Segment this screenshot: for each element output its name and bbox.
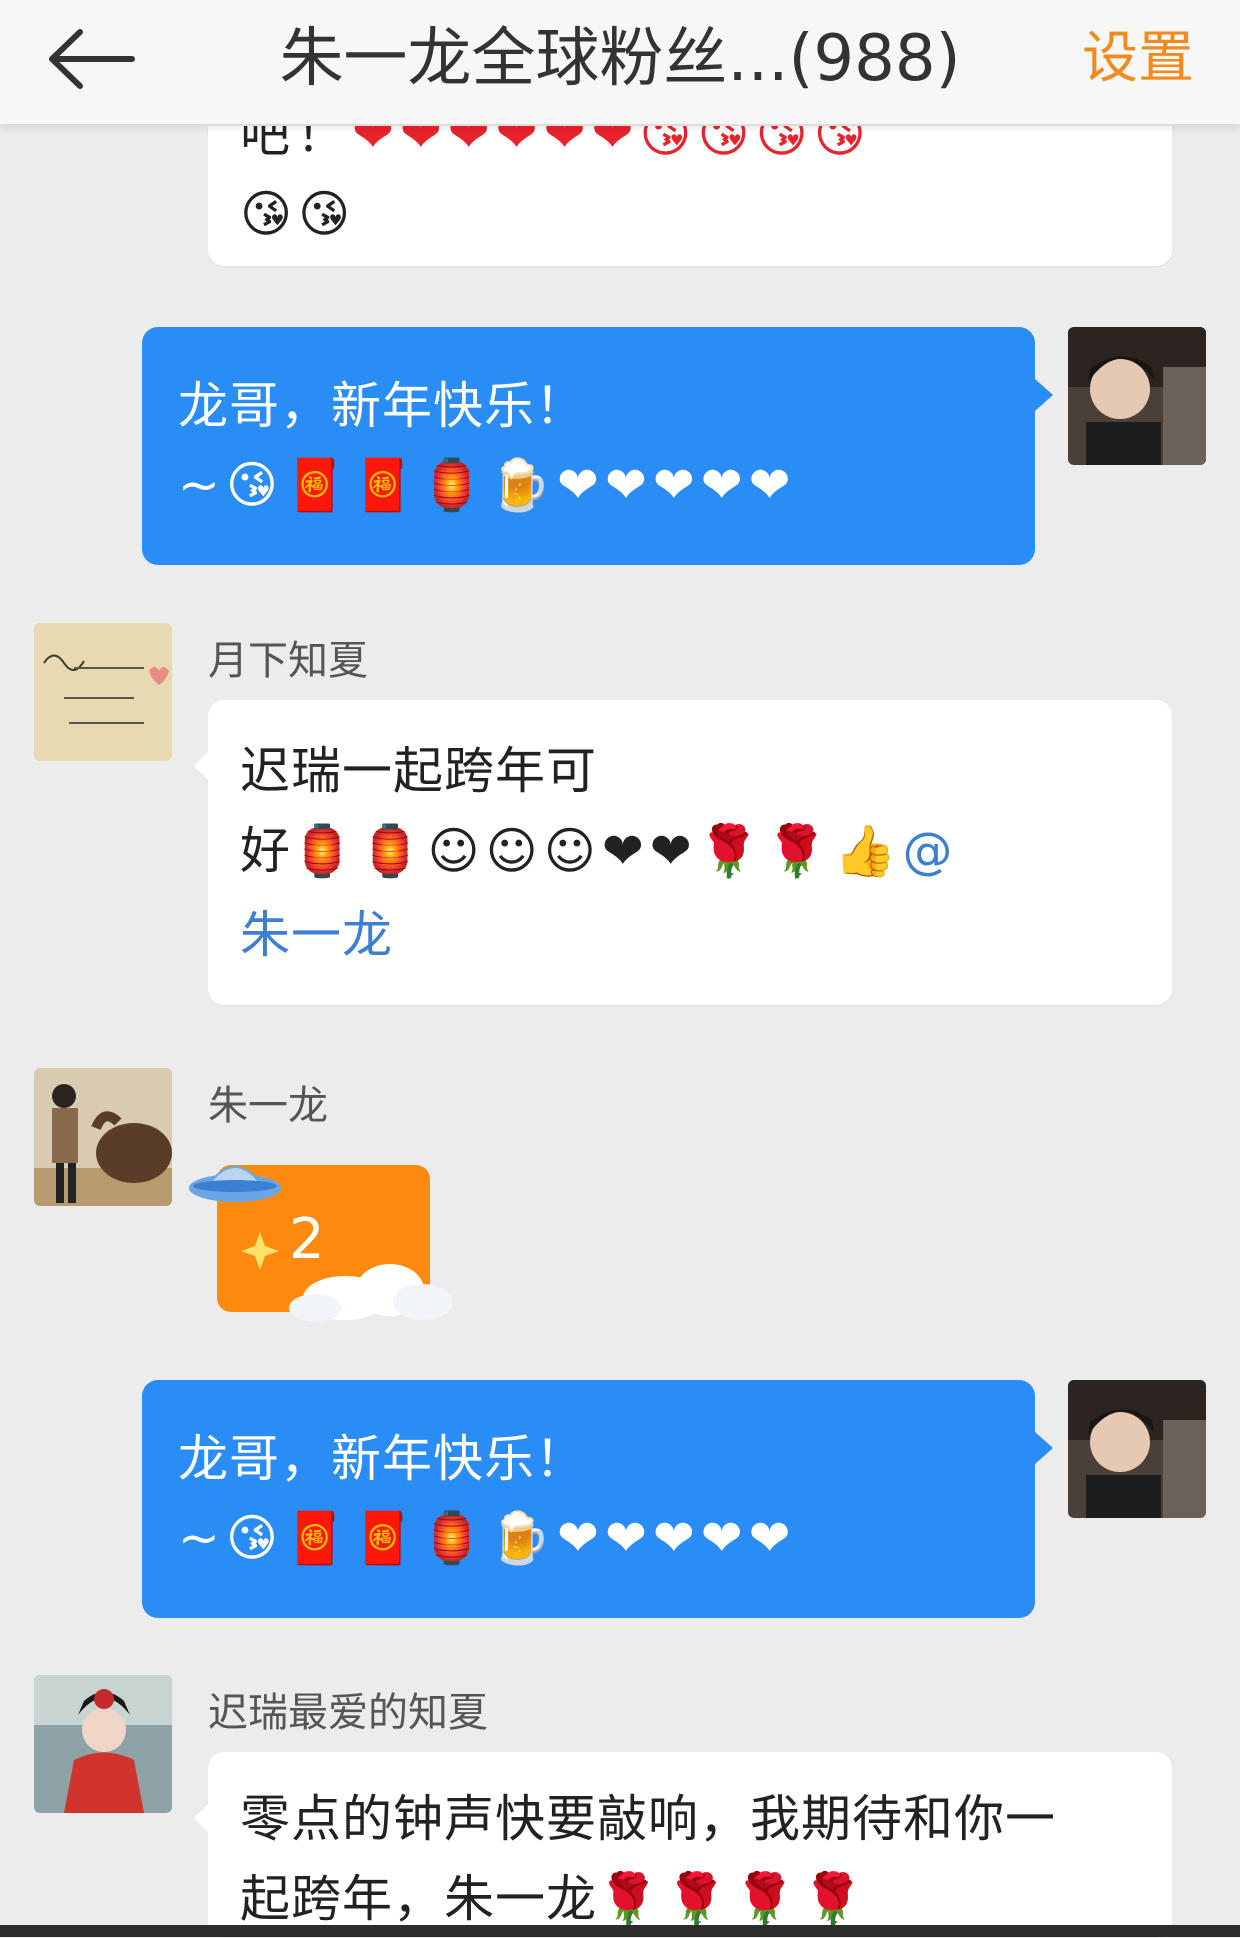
settings-button[interactable]: 设置 <box>1082 14 1194 104</box>
message-emojis: 🌹🌹🌹🌹 <box>597 1870 871 1928</box>
message-emojis: 🏮🏮☺☺☺❤❤🌹🌹👍 <box>291 822 903 880</box>
message-bubble[interactable]: 迟瑞一起跨年可 好🏮🏮☺☺☺❤❤🌹🌹👍@ 朱一龙 <box>194 700 1172 1005</box>
mention-at: @ <box>902 822 959 880</box>
message-text: 迟瑞一起跨年可 <box>240 742 597 800</box>
message-bubble[interactable]: 零点的钟声快要敲响，我期待和你一 起跨年，朱一龙🌹🌹🌹🌹 <box>194 1752 1172 1937</box>
message-bubble-outgoing[interactable]: 龙哥，新年快乐！ ~😘🧧🧧🏮🍺❤❤❤❤❤ <box>142 327 1053 565</box>
message-emojis: 😘😘 <box>240 185 357 243</box>
back-arrow-icon[interactable] <box>40 14 150 104</box>
sender-avatar[interactable] <box>34 623 172 761</box>
message-prefix: ~ <box>178 456 226 514</box>
message-prefix: 好 <box>240 822 291 880</box>
my-avatar[interactable] <box>1068 327 1206 465</box>
ufo-cloud-icon <box>189 1165 453 1322</box>
message-text: 龙哥，新年快乐！ <box>178 1430 586 1488</box>
group-title: 朱一龙全球粉丝...(988) <box>279 22 961 96</box>
message-prefix: ~ <box>178 1509 226 1567</box>
my-avatar[interactable] <box>1068 1380 1206 1518</box>
sender-name: 朱一龙 <box>208 1083 328 1129</box>
sender-name: 迟瑞最爱的知夏 <box>208 1690 488 1736</box>
message-emojis: 😘🧧🧧🏮🍺❤❤❤❤❤ <box>225 456 797 514</box>
sender-avatar[interactable] <box>34 1675 172 1813</box>
chat-header: 朱一龙全球粉丝...(988) 设置 <box>0 0 1240 126</box>
message-text: 零点的钟声快要敲响，我期待和你一 <box>240 1790 1056 1848</box>
special-card-message[interactable]: 2 <box>185 1150 465 1330</box>
message-bubble-outgoing[interactable]: 龙哥，新年快乐！ ~😘🧧🧧🏮🍺❤❤❤❤❤ <box>142 1380 1053 1618</box>
bottom-edge <box>0 1925 1240 1937</box>
card-number: 2 <box>289 1207 325 1272</box>
sender-name: 月下知夏 <box>208 638 368 684</box>
message-emojis: 😘🧧🧧🏮🍺❤❤❤❤❤ <box>225 1509 797 1567</box>
sender-avatar[interactable] <box>34 1068 172 1206</box>
mention-link[interactable]: 朱一龙 <box>240 896 393 974</box>
message-text-line2: 起跨年，朱一龙 <box>240 1870 597 1928</box>
message-text: 龙哥，新年快乐！ <box>178 377 586 435</box>
